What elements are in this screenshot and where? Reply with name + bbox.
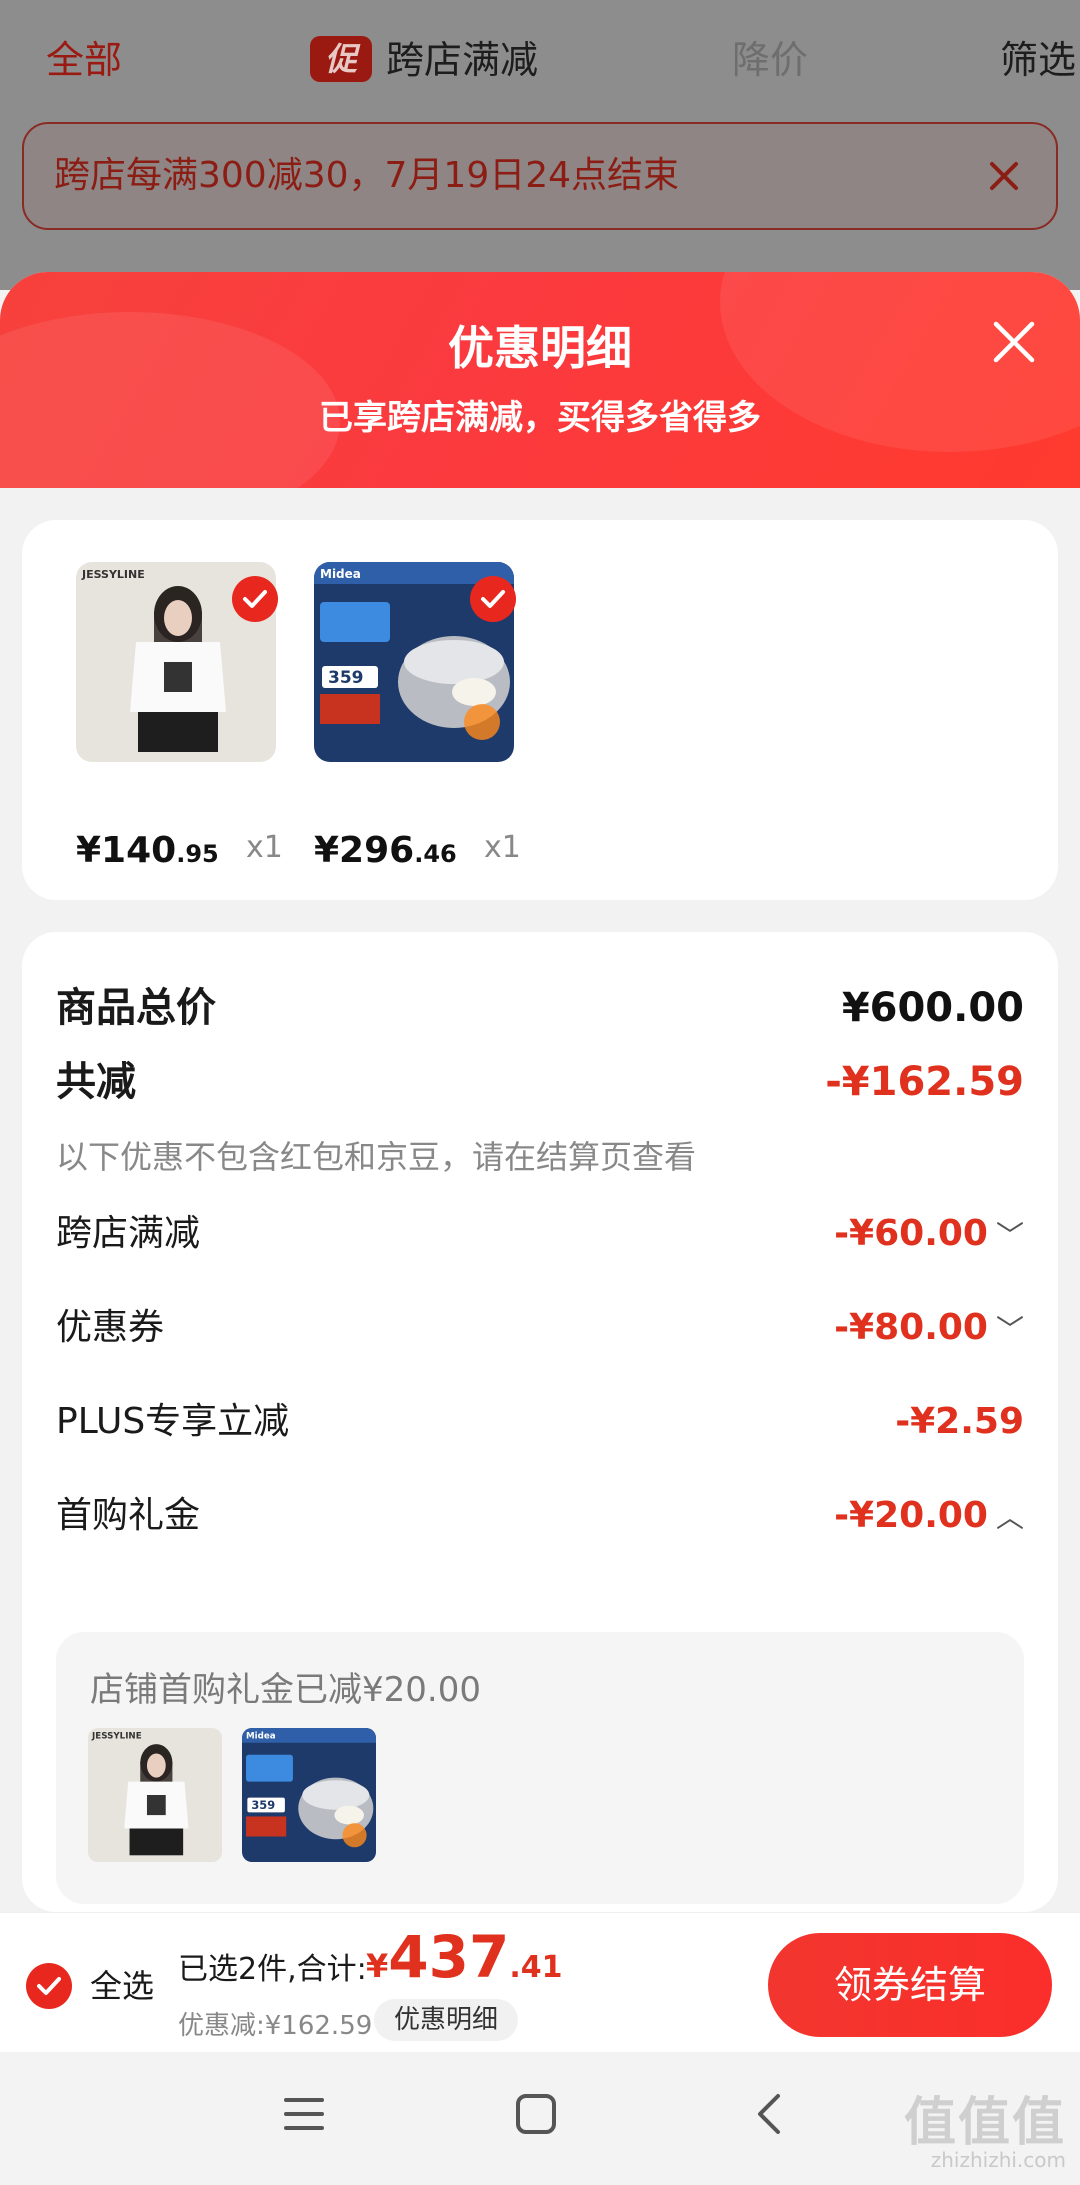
product-price: ¥296.46: [314, 830, 457, 871]
product-thumbnail: Midea 359: [242, 1728, 376, 1862]
tab-price-drop[interactable]: 降价: [732, 28, 808, 92]
total-reduction-label: 共减: [56, 1059, 136, 1105]
sheet-title: 优惠明细: [448, 321, 632, 375]
first-purchase-detail-text: 店铺首购礼金已减¥20.00: [90, 1670, 481, 1710]
price-summary-card: 商品总价 ¥600.00 共减 -¥162.59 以下优惠不包含红包和京豆，请在…: [22, 932, 1058, 1912]
svg-text:Midea: Midea: [246, 1732, 276, 1742]
discount-row-cross-store[interactable]: 跨店满减 -¥60.00 ﹀: [56, 1204, 1024, 1264]
product-card: JESSYLINE Midea 359 ¥140.95 x1 ¥296.46 x…: [22, 520, 1058, 900]
total-reduction-value: -¥162.59: [825, 1059, 1024, 1105]
top-overlay: 全部 促跨店满减 降价 筛选 跨店每满300减30，7月19日24点结束: [0, 0, 1080, 290]
svg-text:Midea: Midea: [320, 567, 361, 581]
total-price-value: ¥600.00: [841, 985, 1024, 1031]
chevron-down-icon: ﹀: [995, 1219, 1024, 1252]
first-purchase-detail: 店铺首购礼金已减¥20.00 JESSYLINE Midea 359: [56, 1632, 1024, 1904]
tab-filter[interactable]: 筛选: [1000, 28, 1076, 92]
filter-tabs: 全部 促跨店满减 降价 筛选: [0, 28, 1080, 92]
discount-amount: 优惠减:¥162.59: [178, 2011, 373, 2041]
promo-notice-text: 跨店每满300减30，7月19日24点结束: [54, 155, 680, 196]
select-all-label[interactable]: 全选: [90, 1963, 154, 2009]
chevron-down-icon: ﹀: [995, 1313, 1024, 1346]
product-price: ¥140.95: [76, 830, 219, 871]
svg-text:359: 359: [251, 1798, 275, 1812]
discount-row-first-purchase[interactable]: 首购礼金 -¥20.00 ︿: [56, 1486, 1024, 1546]
promo-notice: 跨店每满300减30，7月19日24点结束: [22, 122, 1058, 230]
checkout-button[interactable]: 领券结算: [768, 1933, 1052, 2037]
close-icon[interactable]: [988, 316, 1040, 368]
total-amount: ¥437.41: [366, 1923, 563, 1991]
reduction-hint: 以下优惠不包含红包和京豆，请在结算页查看: [56, 1138, 697, 1176]
home-icon[interactable]: [514, 2092, 558, 2136]
chevron-up-icon: ︿: [995, 1501, 1024, 1534]
svg-text:359: 359: [328, 668, 364, 688]
close-icon[interactable]: [980, 152, 1028, 200]
product-thumbnail: JESSYLINE: [88, 1728, 222, 1862]
tab-cross-store[interactable]: 促跨店满减: [310, 28, 538, 92]
watermark-url: zhizhizhi.com: [930, 2148, 1066, 2172]
product-selected-check-icon[interactable]: [470, 576, 516, 622]
discount-row-coupon[interactable]: 优惠券 -¥80.00 ﹀: [56, 1298, 1024, 1358]
svg-text:JESSYLINE: JESSYLINE: [91, 1732, 142, 1742]
product-quantity: x1: [484, 830, 521, 865]
promo-badge-icon: 促: [310, 35, 372, 82]
menu-icon[interactable]: [282, 2092, 326, 2136]
discount-row-plus: PLUS专享立减 -¥2.59: [56, 1401, 1024, 1442]
product-quantity: x1: [246, 830, 283, 865]
selected-count-label: 已选2件,合计:: [178, 1952, 367, 1987]
discount-detail-button[interactable]: 优惠明细: [374, 1999, 519, 2041]
discount-detail-sheet: 优惠明细 已享跨店满减，买得多省得多 JESSYLINE Midea 359 ¥…: [0, 272, 1080, 1912]
tab-all[interactable]: 全部: [46, 28, 122, 92]
checkout-bar: 全选 已选2件,合计: ¥437.41 优惠减:¥162.59 优惠明细 领券结…: [0, 1912, 1080, 2052]
sheet-subtitle: 已享跨店满减，买得多省得多: [319, 398, 761, 438]
back-icon[interactable]: [748, 2092, 792, 2136]
watermark: 值值值: [903, 2093, 1066, 2153]
total-reduction-row: 共减 -¥162.59: [56, 1052, 1024, 1112]
total-price-row: 商品总价 ¥600.00: [56, 978, 1024, 1038]
total-price-label: 商品总价: [56, 985, 216, 1031]
sheet-header: 优惠明细 已享跨店满减，买得多省得多: [0, 272, 1080, 488]
product-selected-check-icon[interactable]: [232, 576, 278, 622]
svg-text:JESSYLINE: JESSYLINE: [81, 568, 145, 581]
tab-cross-store-label: 跨店满减: [386, 38, 539, 82]
select-all-check-icon[interactable]: [26, 1963, 72, 2009]
